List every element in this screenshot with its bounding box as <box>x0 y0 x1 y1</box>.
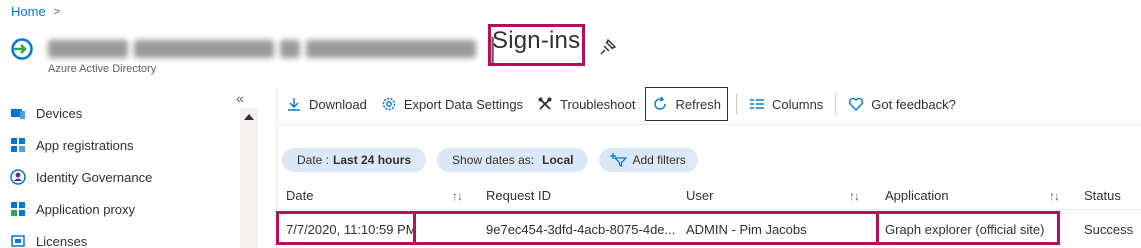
command-toolbar: Download Export Data Settings Troublesho… <box>282 87 960 121</box>
column-header-status[interactable]: Status <box>1084 188 1121 203</box>
sort-application-icon[interactable]: ↑↓ <box>1049 189 1060 203</box>
licenses-icon <box>11 235 25 247</box>
add-filter-icon <box>610 153 628 167</box>
show-dates-label: Show dates as: <box>452 153 535 167</box>
columns-icon <box>750 99 764 109</box>
date-filter-pill[interactable]: Date : Last 24 hours <box>282 148 427 172</box>
column-header-request-id[interactable]: Request ID <box>486 188 551 203</box>
devices-icon <box>11 109 25 119</box>
tenant-name-blurred <box>48 36 488 62</box>
cell-request-id: 9e7ec454-3dfd-4acb-8075-4de... <box>486 222 676 237</box>
column-header-user[interactable]: User <box>686 188 713 203</box>
pin-icon[interactable] <box>597 36 619 58</box>
got-feedback-button[interactable]: Got feedback? <box>844 87 960 121</box>
cell-status: Success <box>1084 222 1134 237</box>
breadcrumb: Home > <box>11 4 60 19</box>
sort-date-icon[interactable]: ↑↓ <box>452 189 463 203</box>
sidebar-item-label: Identity Governance <box>36 169 153 185</box>
sidebar-item-application-proxy[interactable]: Application proxy <box>10 198 135 220</box>
date-filter-label: Date : <box>297 153 330 167</box>
refresh-label: Refresh <box>675 96 721 112</box>
filter-bar: Date : Last 24 hours Show dates as: Loca… <box>282 148 698 172</box>
application-proxy-icon <box>11 202 25 216</box>
sidebar-item-licenses[interactable]: Licenses <box>10 230 87 248</box>
breadcrumb-home-link[interactable]: Home <box>11 4 46 19</box>
page-title: Sign-ins <box>492 27 581 54</box>
sidebar-item-devices[interactable]: Devices <box>10 102 82 124</box>
download-label: Download <box>309 96 367 112</box>
sidebar: « Devices App registrations Identity Gov… <box>0 88 258 248</box>
page-subtitle: Azure Active Directory <box>48 63 157 75</box>
columns-button[interactable]: Columns <box>745 87 827 121</box>
download-button[interactable]: Download <box>282 87 371 121</box>
sidebar-scrollbar[interactable] <box>240 108 258 248</box>
identity-governance-icon <box>10 169 26 185</box>
troubleshoot-label: Troubleshoot <box>560 96 636 112</box>
toolbar-separator <box>736 94 737 114</box>
refresh-button[interactable]: Refresh <box>645 87 728 121</box>
collapse-sidebar-icon[interactable]: « <box>236 90 244 106</box>
refresh-icon <box>654 96 667 110</box>
gear-icon <box>382 97 396 111</box>
sort-user-icon[interactable]: ↑↓ <box>849 189 860 203</box>
scroll-up-arrow-icon[interactable] <box>244 114 254 120</box>
export-data-settings-button[interactable]: Export Data Settings <box>377 87 527 121</box>
heart-icon <box>849 97 864 112</box>
troubleshoot-button[interactable]: Troubleshoot <box>533 87 639 121</box>
table-header: Date ↑↓ Request ID User ↑↓ Application ↑… <box>276 182 1141 210</box>
date-highlight-box <box>276 211 416 245</box>
sidebar-item-app-registrations[interactable]: App registrations <box>10 134 134 156</box>
download-icon <box>288 98 300 111</box>
toolbar-divider <box>276 124 1141 125</box>
azure-ad-logo-icon <box>11 38 33 60</box>
export-data-settings-label: Export Data Settings <box>403 96 524 112</box>
column-header-application[interactable]: Application <box>885 188 949 203</box>
show-dates-value: Local <box>542 153 574 167</box>
toolbar-separator <box>835 94 837 114</box>
add-filters-label: Add filters <box>632 153 686 167</box>
columns-label: Columns <box>772 96 824 112</box>
chevron-right-icon: > <box>53 5 61 18</box>
sidebar-item-label: App registrations <box>36 137 134 153</box>
application-highlight-box <box>876 211 1060 245</box>
sidebar-item-label: Application proxy <box>36 201 135 217</box>
sidebar-item-label: Devices <box>36 105 83 121</box>
date-filter-value: Last 24 hours <box>333 153 412 167</box>
got-feedback-label: Got feedback? <box>871 96 956 112</box>
sidebar-item-identity-governance[interactable]: Identity Governance <box>10 166 152 188</box>
cell-user: ADMIN - Pim Jacobs <box>686 222 807 237</box>
troubleshoot-icon <box>538 97 552 110</box>
show-dates-filter-pill[interactable]: Show dates as: Local <box>437 148 589 172</box>
app-registrations-icon <box>11 138 25 152</box>
column-header-date[interactable]: Date <box>286 188 313 203</box>
sidebar-item-label: Licenses <box>36 233 88 248</box>
add-filters-button[interactable]: Add filters <box>599 148 698 172</box>
